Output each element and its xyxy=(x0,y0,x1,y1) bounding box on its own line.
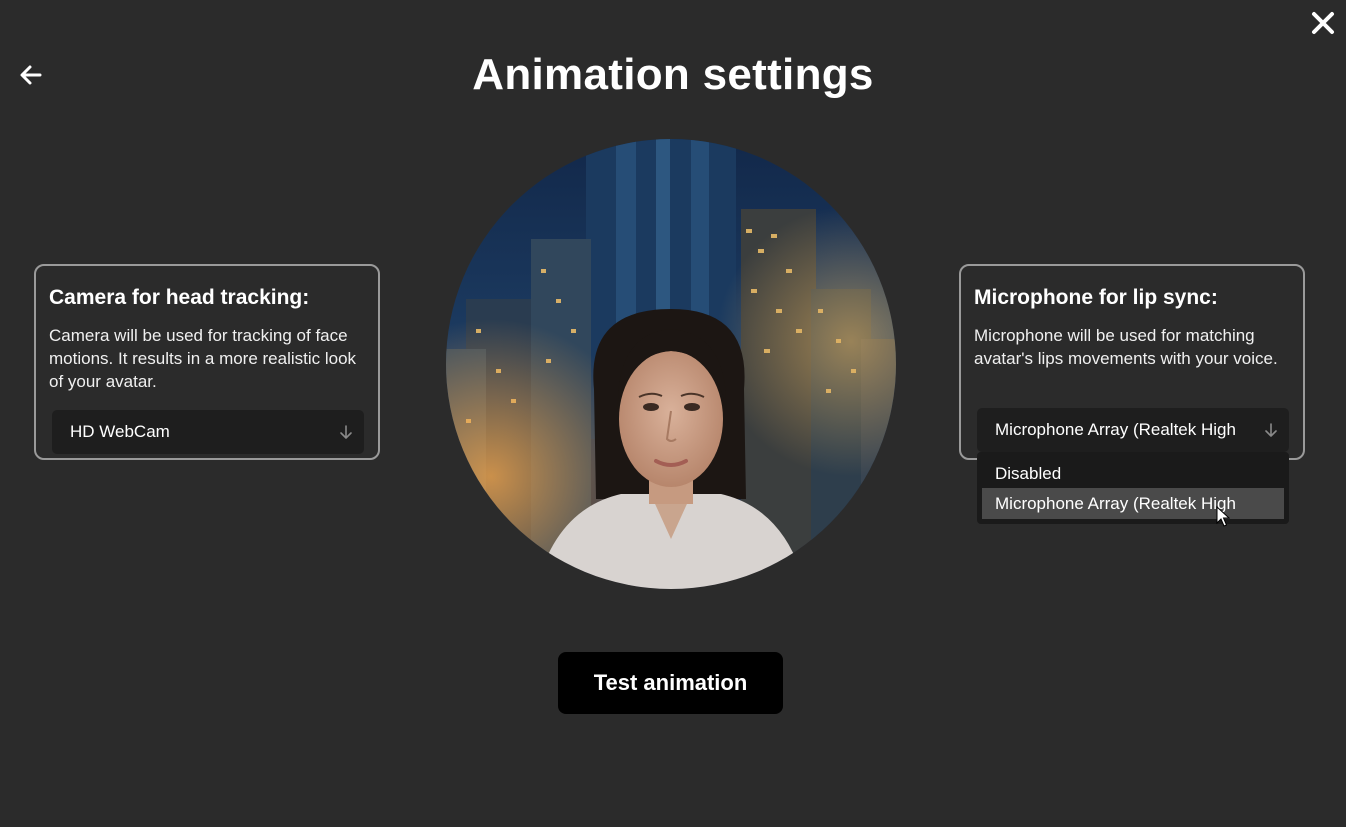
close-button[interactable] xyxy=(1310,10,1336,36)
microphone-select-value: Microphone Array (Realtek High xyxy=(995,420,1236,439)
camera-heading: Camera for head tracking: xyxy=(49,286,310,309)
camera-description: Camera will be used for tracking of face… xyxy=(49,326,357,391)
mouse-cursor-icon xyxy=(1216,506,1230,527)
microphone-description: Microphone will be used for matching ava… xyxy=(974,326,1278,368)
page-title: Animation settings xyxy=(472,50,874,99)
animation-settings-page: Animation settings Camera for head track… xyxy=(0,0,1346,827)
microphone-select[interactable]: Microphone Array (Realtek High xyxy=(977,408,1289,452)
microphone-heading: Microphone for lip sync: xyxy=(974,286,1218,309)
avatar-preview-illustration xyxy=(446,139,896,589)
camera-panel: Camera for head tracking: Camera will be… xyxy=(34,264,380,460)
dropdown-option-microphone-array[interactable]: Microphone Array (Realtek High xyxy=(982,488,1284,519)
microphone-panel: Microphone for lip sync: Microphone will… xyxy=(959,264,1305,460)
arrow-down-icon xyxy=(1265,423,1277,437)
close-icon xyxy=(1312,12,1334,34)
dropdown-option-disabled[interactable]: Disabled xyxy=(982,458,1284,489)
microphone-dropdown-list: Disabled Microphone Array (Realtek High xyxy=(977,452,1289,524)
avatar-preview-image xyxy=(446,139,896,589)
test-animation-button[interactable]: Test animation xyxy=(558,652,783,714)
arrow-down-icon xyxy=(340,425,352,439)
camera-select-value: HD WebCam xyxy=(70,422,170,441)
camera-select[interactable]: HD WebCam xyxy=(52,410,364,454)
